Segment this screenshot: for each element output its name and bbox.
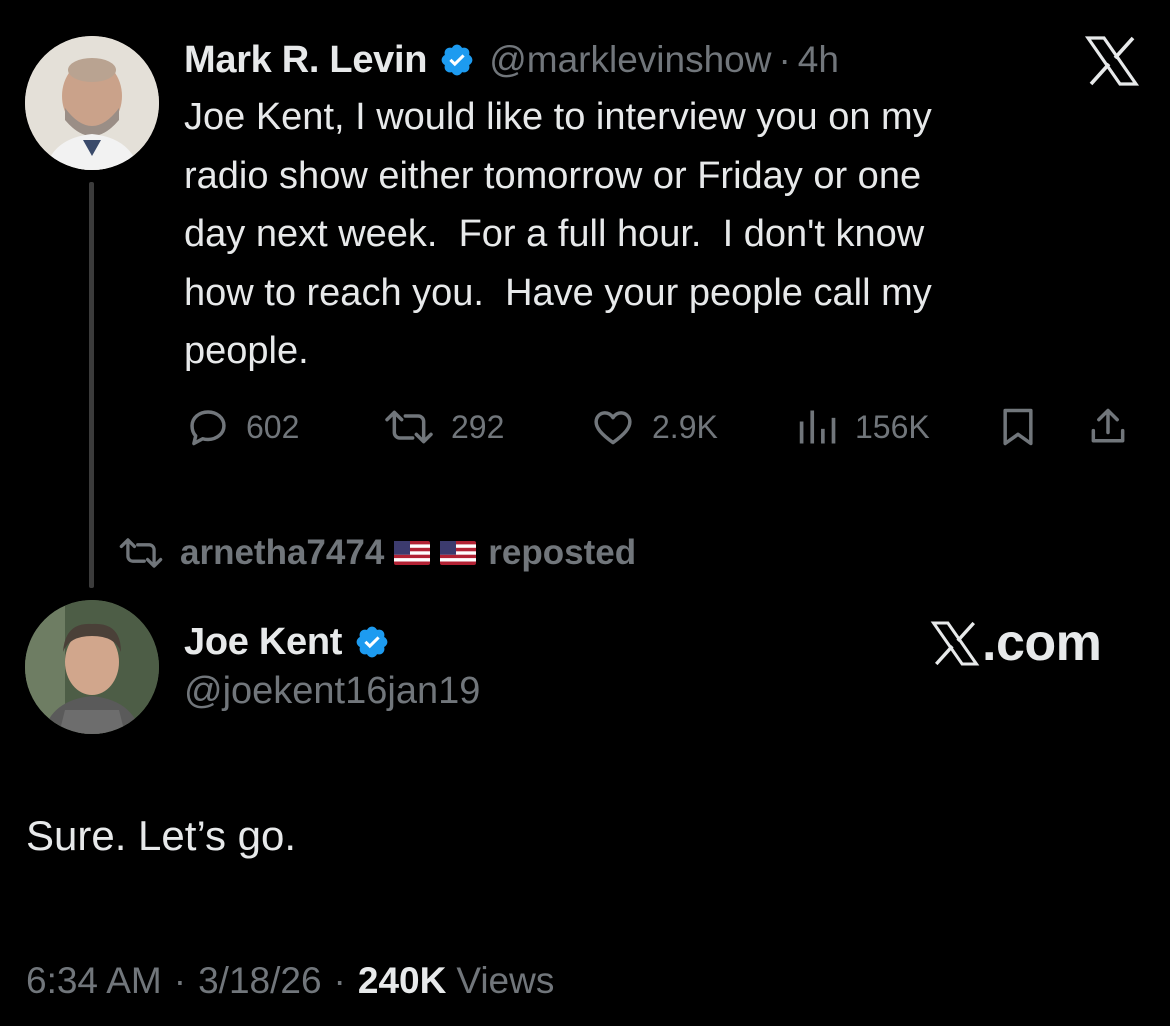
reply-date[interactable]: 3/18/26 [198,960,321,1002]
author-handle[interactable]: @marklevinshow [489,39,771,81]
bookmark-button[interactable] [998,402,1038,452]
separator-dot: · [173,960,187,1001]
heart-icon [594,411,632,445]
us-flag-icon [394,541,431,565]
reply-meta-row: 6:34 AM · 3/18/26 · 240K Views [26,954,554,1008]
reply-body-text: Sure. Let’s go. [26,812,297,859]
like-button[interactable]: 2.9K [590,402,718,452]
reply-time[interactable]: 6:34 AM [26,960,162,1002]
repost-button[interactable]: 292 [383,402,504,452]
bookmark-icon [1003,408,1033,446]
repost-count: 292 [451,408,505,445]
share-button[interactable] [1086,402,1130,452]
tweet-author-row: Mark R. Levin @marklevinshow · 4h [184,32,839,88]
reply-bubble-icon [190,410,226,446]
thread-connector-line [89,182,94,588]
author-display-name[interactable]: Mark R. Levin [184,39,427,82]
share-upload-icon [1091,408,1125,443]
views-button[interactable]: 156K [795,402,930,452]
repost-icon [118,535,164,571]
separator-dot: · [333,960,346,1001]
reply-views-count[interactable]: 240K [358,960,446,1002]
profile-photo-icon [25,36,159,170]
views-count: 156K [855,408,930,445]
reply-author-handle[interactable]: @joekent16jan19 [184,670,480,713]
like-count: 2.9K [652,408,718,445]
tweet-timestamp[interactable]: 4h [798,39,839,81]
avatar-mark-levin[interactable] [25,36,159,170]
verified-badge-icon[interactable] [354,624,390,660]
x-com-domain: .com [982,614,1102,672]
views-bars-icon [799,410,836,444]
x-com-watermark: .com [930,612,1102,674]
tweet-body-text: Joe Kent, I would like to interview you … [184,96,932,372]
repost-attribution: arnetha7474 reposted [118,528,636,578]
x-logo-icon [930,620,980,666]
x-logo-icon [1084,36,1140,86]
us-flag-icon [440,541,477,565]
repost-icon [385,410,433,444]
reply-author-row: Joe Kent [184,614,390,670]
avatar-joe-kent[interactable] [25,600,159,734]
reply-views-label: Views [456,960,555,1001]
reposter-username[interactable]: arnetha7474 [180,533,384,573]
profile-photo-icon [25,600,159,734]
reply-button[interactable]: 602 [186,402,299,452]
reposted-label: reposted [488,533,637,572]
separator-dot: · [778,39,791,80]
reply-count: 602 [246,408,300,445]
verified-badge-icon[interactable] [439,42,475,78]
reply-author-display-name[interactable]: Joe Kent [184,621,342,664]
